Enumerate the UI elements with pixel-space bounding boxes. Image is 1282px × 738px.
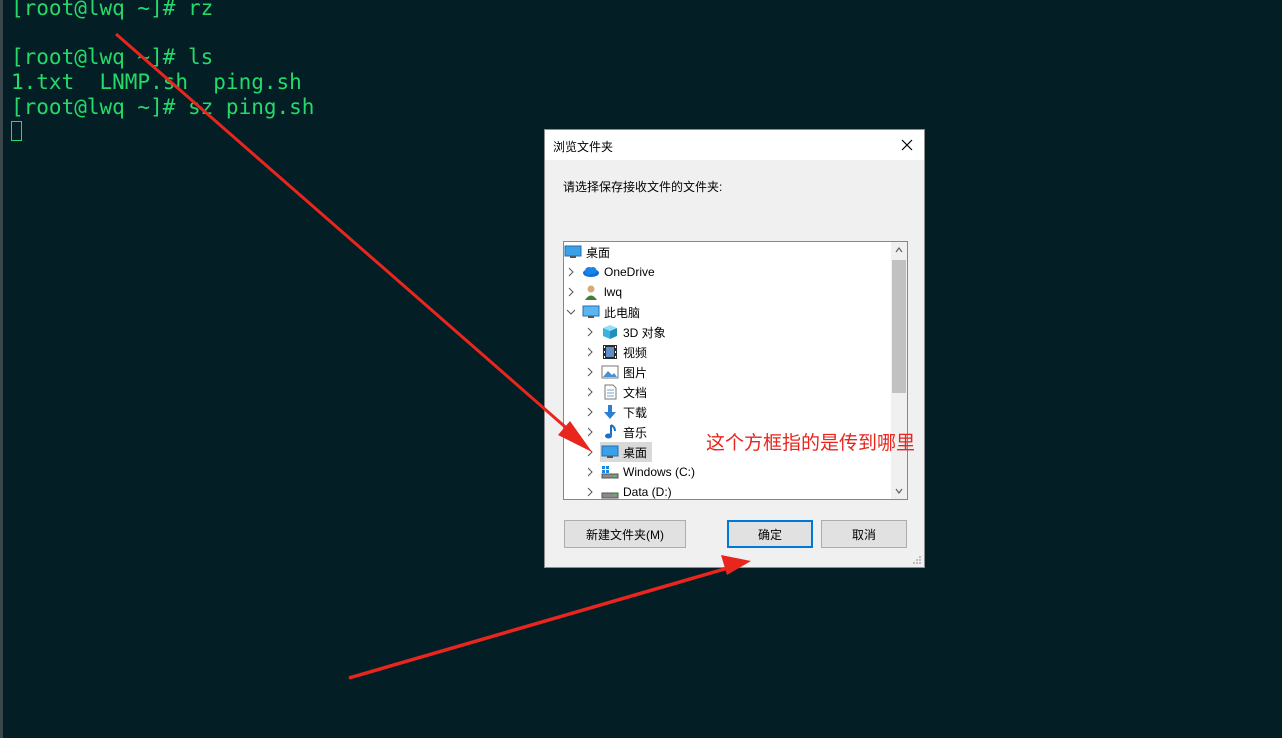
terminal-line-sz: [root@lwq ~]# sz ping.sh	[11, 95, 315, 119]
tree-item-label: 视频	[623, 345, 648, 360]
chevron-right-icon[interactable]	[585, 407, 595, 417]
tree-item-user[interactable]: lwq	[582, 282, 622, 302]
chevron-down-icon	[895, 488, 903, 494]
chevron-down-icon[interactable]	[566, 307, 576, 317]
tree-item-desktop-selected[interactable]: 桌面	[601, 442, 647, 462]
desktop-icon	[601, 445, 619, 458]
browse-folder-dialog: 浏览文件夹 请选择保存接收文件的文件夹: 桌面 OneDrive lwq 此电脑…	[544, 129, 925, 568]
tree-item-label: lwq	[604, 285, 623, 299]
drive-icon	[601, 492, 619, 499]
dialog-title: 浏览文件夹	[553, 140, 614, 154]
scroll-thumb[interactable]	[892, 260, 906, 393]
tree-item-label: 桌面	[586, 245, 611, 260]
chevron-right-icon[interactable]	[585, 487, 595, 497]
close-button[interactable]	[890, 130, 924, 160]
terminal-line-ls: [root@lwq ~]# ls	[11, 45, 214, 69]
tree-item-onedrive[interactable]: OneDrive	[582, 262, 655, 282]
tree-scrollbar[interactable]	[891, 242, 907, 499]
new-folder-button[interactable]: 新建文件夹(M)	[564, 520, 686, 548]
terminal-cursor	[11, 121, 22, 141]
cancel-button[interactable]: 取消	[821, 520, 907, 548]
scroll-down-button[interactable]	[891, 483, 907, 499]
computer-icon	[582, 305, 600, 318]
tree-item-label: 音乐	[623, 425, 648, 440]
chevron-right-icon[interactable]	[585, 427, 595, 437]
dialog-titlebar[interactable]: 浏览文件夹	[545, 130, 924, 160]
tree-item-windows-c[interactable]: Windows (C:)	[601, 462, 695, 482]
close-icon	[901, 139, 913, 151]
scroll-up-button[interactable]	[891, 242, 907, 258]
film-icon	[603, 345, 617, 359]
tree-item-label: 图片	[623, 365, 648, 380]
chevron-right-icon[interactable]	[585, 347, 595, 357]
download-arrow-icon	[604, 405, 616, 419]
tree-item-label: 文档	[623, 385, 648, 400]
tree-item-music[interactable]: 音乐	[601, 422, 647, 442]
cloud-icon	[583, 267, 599, 277]
tree-item-label: 桌面	[623, 445, 648, 460]
tree-item-data-d[interactable]: Data (D:)	[601, 482, 672, 499]
terminal-line-ls-output: 1.txt LNMP.sh ping.sh	[11, 70, 302, 94]
cube-icon	[603, 325, 617, 339]
chevron-up-icon	[895, 247, 903, 253]
chevron-right-icon[interactable]	[585, 467, 595, 477]
music-note-icon	[605, 424, 616, 439]
user-icon	[585, 285, 597, 300]
terminal-line-rz: [root@lwq ~]# rz	[11, 0, 214, 20]
dialog-prompt: 请选择保存接收文件的文件夹:	[563, 180, 723, 194]
tree-item-label: Windows (C:)	[623, 465, 696, 479]
chevron-right-icon[interactable]	[585, 387, 595, 397]
document-icon	[604, 384, 617, 400]
annotation-text: 这个方框指的是传到哪里	[706, 432, 916, 454]
picture-icon	[601, 365, 619, 379]
chevron-right-icon[interactable]	[585, 447, 595, 457]
tree-item-videos[interactable]: 视频	[601, 342, 647, 362]
tree-item-3d-objects[interactable]: 3D 对象	[601, 322, 666, 342]
chevron-right-icon[interactable]	[566, 287, 576, 297]
resize-grip-icon[interactable]	[912, 555, 922, 565]
tree-item-pictures[interactable]: 图片	[601, 362, 647, 382]
tree-item-label: 此电脑	[604, 305, 641, 320]
chevron-right-icon[interactable]	[585, 327, 595, 337]
chevron-right-icon[interactable]	[566, 267, 576, 277]
tree-item-label: 下载	[623, 405, 648, 420]
tree-item-label: 3D 对象	[623, 325, 666, 340]
ok-button[interactable]: 确定	[727, 520, 813, 548]
tree-item-this-pc[interactable]: 此电脑	[582, 302, 640, 322]
tree-item-label: OneDrive	[604, 265, 655, 279]
desktop-icon	[564, 245, 582, 258]
windows-drive-icon	[601, 466, 619, 479]
tree-item-desktop-root[interactable]: 桌面	[564, 242, 610, 262]
folder-tree[interactable]: 桌面 OneDrive lwq 此电脑 3D 对象 视频 图片 文档 下载 音乐…	[563, 241, 908, 500]
tree-item-downloads[interactable]: 下载	[601, 402, 647, 422]
tree-item-documents[interactable]: 文档	[601, 382, 647, 402]
tree-item-label: Data (D:)	[623, 485, 672, 499]
chevron-right-icon[interactable]	[585, 367, 595, 377]
